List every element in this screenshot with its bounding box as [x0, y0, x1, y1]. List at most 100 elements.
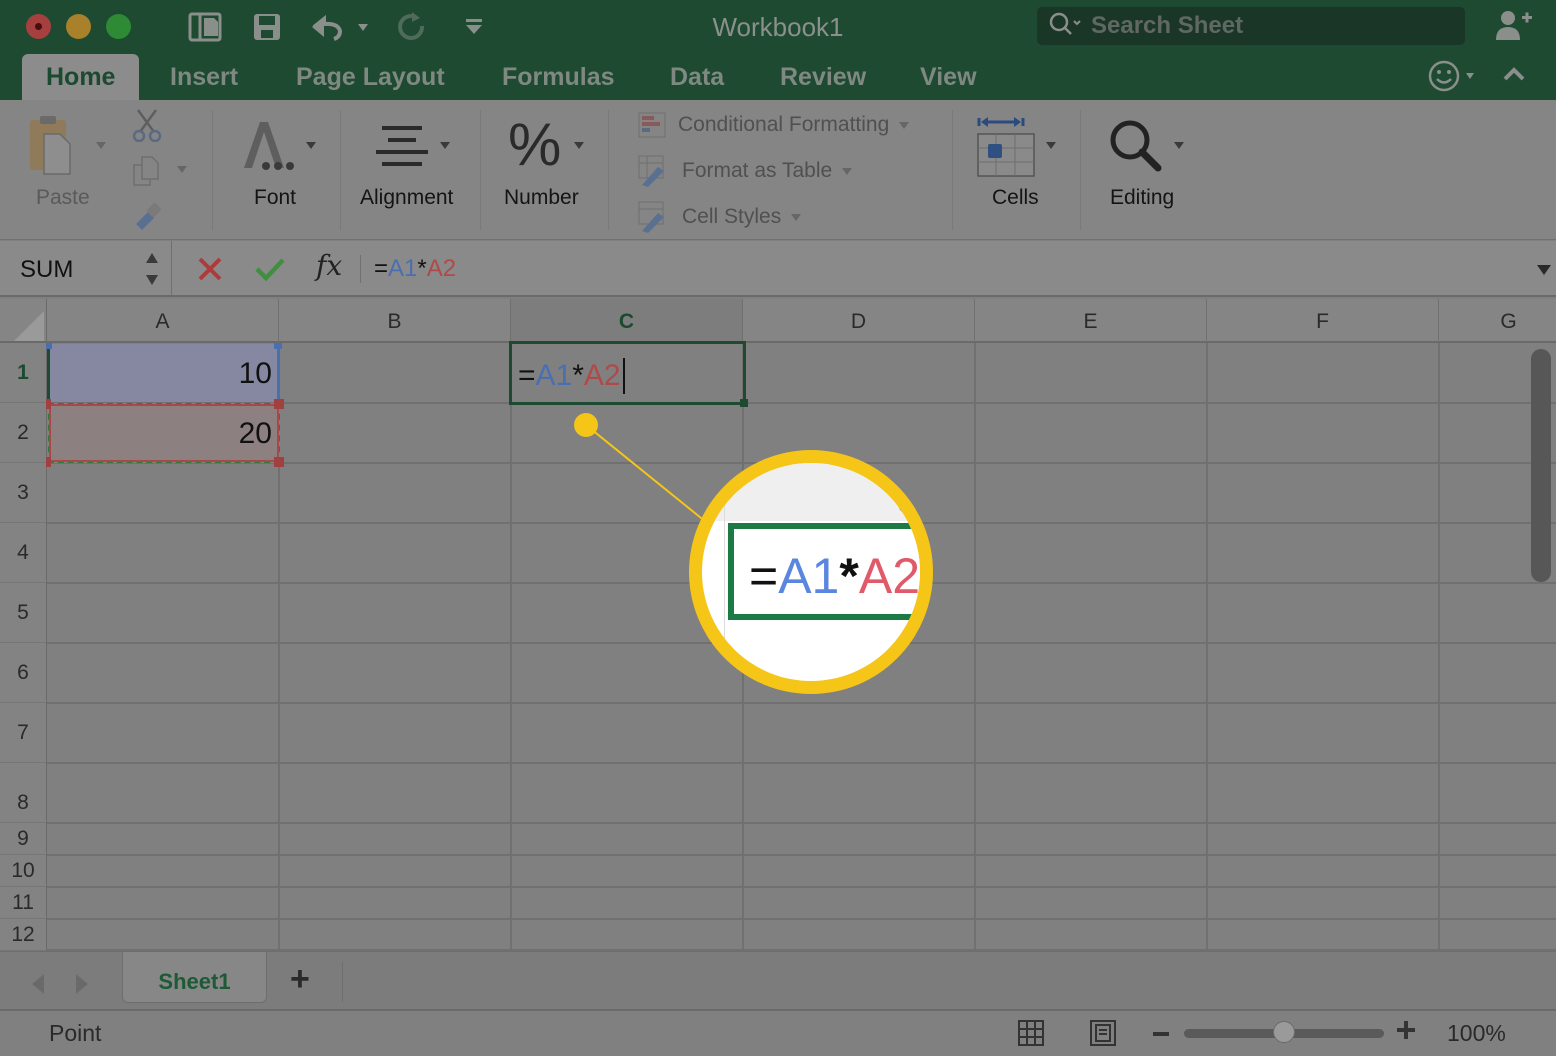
redo-icon[interactable] — [398, 10, 426, 44]
zoom-slider-thumb[interactable] — [1273, 1021, 1295, 1043]
cancel-entry-icon[interactable] — [196, 255, 224, 288]
column-header-g[interactable]: G — [1439, 299, 1556, 343]
format-painter-icon[interactable] — [132, 200, 164, 237]
previous-sheet-icon[interactable] — [28, 972, 48, 1001]
copy-dropdown-icon[interactable] — [177, 166, 187, 173]
maximize-window-button[interactable] — [106, 14, 131, 39]
row-header-5[interactable]: 5 — [0, 583, 47, 643]
tab-review[interactable]: Review — [780, 54, 866, 100]
cell-a2[interactable]: 20 — [50, 405, 272, 463]
search-placeholder: Search Sheet — [1091, 12, 1244, 39]
cell-a1[interactable]: 10 — [50, 345, 272, 403]
column-header-d[interactable]: D — [743, 299, 975, 343]
cut-icon[interactable] — [132, 108, 162, 147]
formula-ref-a2: A2 — [426, 255, 457, 282]
row-header-8[interactable]: 8 — [0, 763, 47, 823]
format-as-table-button[interactable]: Format as Table — [638, 154, 853, 188]
cells-icon — [976, 114, 1038, 183]
formula-input[interactable]: =A1*A2 — [374, 255, 456, 283]
next-sheet-icon[interactable] — [72, 972, 92, 1001]
number-group[interactable]: % Number — [482, 100, 606, 240]
tab-insert[interactable]: Insert — [170, 54, 238, 100]
callout-formula: =A1*A2 — [749, 543, 920, 605]
format-as-table-label: Format as Table — [682, 159, 833, 182]
copy-icon[interactable] — [132, 155, 162, 192]
editing-group[interactable]: Editing — [1082, 100, 1202, 240]
sidebar-toggle-icon[interactable] — [188, 10, 222, 44]
zoom-in-button[interactable] — [1397, 1021, 1415, 1044]
status-mode: Point — [49, 1020, 102, 1046]
zoom-out-button[interactable] — [1153, 1032, 1169, 1036]
cells-dropdown-icon — [1046, 142, 1056, 149]
add-sheet-button[interactable]: + — [290, 960, 310, 999]
row-header-4[interactable]: 4 — [0, 523, 47, 583]
page-layout-view-icon[interactable] — [1089, 1019, 1117, 1052]
alignment-group[interactable]: Alignment — [342, 100, 478, 240]
vertical-scrollbar[interactable] — [1531, 349, 1551, 582]
search-sheet-input[interactable]: Search Sheet — [1037, 7, 1465, 45]
font-icon — [240, 120, 300, 177]
magnifier-icon — [1108, 118, 1164, 179]
row-header-10[interactable]: 10 — [0, 855, 47, 887]
formula-bar: SUM fx =A1*A2 — [0, 241, 1556, 297]
cell-styles-icon — [638, 201, 664, 233]
row-header-9[interactable]: 9 — [0, 823, 47, 855]
tab-data[interactable]: Data — [670, 54, 724, 100]
collapse-ribbon-icon[interactable] — [1502, 64, 1526, 89]
conditional-formatting-label: Conditional Formatting — [678, 113, 890, 136]
alignment-dropdown-icon — [440, 142, 450, 149]
enter-entry-icon[interactable] — [254, 255, 286, 288]
ribbon-tabs: Home Insert Page Layout Formulas Data Re… — [0, 54, 1556, 100]
share-add-person-icon[interactable] — [1495, 10, 1533, 45]
title-bar: Workbook1 Search Sheet — [0, 0, 1556, 54]
row-header-7[interactable]: 7 — [0, 703, 47, 763]
expand-formula-bar-icon[interactable] — [1536, 263, 1552, 281]
column-header-f[interactable]: F — [1207, 299, 1439, 343]
feedback-smiley-icon[interactable] — [1428, 60, 1478, 99]
alignment-label: Alignment — [360, 186, 454, 209]
sheet-tab-sheet1[interactable]: Sheet1 — [122, 952, 267, 1003]
tab-page-layout[interactable]: Page Layout — [296, 54, 445, 100]
row-header-2[interactable]: 2 — [0, 403, 47, 463]
column-header-e[interactable]: E — [975, 299, 1207, 343]
tab-home[interactable]: Home — [22, 54, 140, 100]
cells-label: Cells — [992, 186, 1039, 209]
minimize-window-button[interactable] — [66, 14, 91, 39]
cell-c1-formula[interactable]: = A1 * A2 — [518, 347, 625, 405]
callout-anchor-dot — [574, 413, 598, 437]
font-label: Font — [254, 186, 297, 209]
column-header-a[interactable]: A — [47, 299, 279, 343]
name-box-value: SUM — [20, 256, 74, 283]
zoom-slider[interactable] — [1184, 1021, 1384, 1043]
formula-equals: = — [374, 255, 389, 282]
fill-handle[interactable] — [740, 399, 748, 407]
formula-ref-a1: A1 — [388, 255, 418, 282]
undo-icon[interactable] — [310, 10, 346, 44]
insert-function-icon[interactable]: fx — [316, 249, 342, 282]
name-box[interactable]: SUM — [0, 241, 172, 297]
conditional-formatting-button[interactable]: Conditional Formatting — [638, 108, 910, 142]
column-header-c[interactable]: C — [511, 299, 743, 343]
select-all-corner[interactable] — [0, 299, 47, 343]
row-header-11[interactable]: 11 — [0, 887, 47, 919]
undo-dropdown-icon[interactable] — [358, 10, 368, 44]
save-icon[interactable] — [252, 10, 282, 44]
close-window-button[interactable] — [26, 14, 51, 39]
cell-styles-button[interactable]: Cell Styles — [638, 200, 802, 234]
callout-magnifier: =A1*A2 — [689, 450, 933, 694]
normal-view-icon[interactable] — [1017, 1019, 1045, 1052]
column-header-b[interactable]: B — [279, 299, 511, 343]
zoom-percentage: 100% — [1447, 1020, 1506, 1046]
row-header-6[interactable]: 6 — [0, 643, 47, 703]
tab-formulas[interactable]: Formulas — [502, 54, 615, 100]
customize-toolbar-icon[interactable] — [464, 10, 484, 44]
row-header-3[interactable]: 3 — [0, 463, 47, 523]
tab-view[interactable]: View — [920, 54, 977, 100]
paste-button[interactable] — [26, 114, 86, 183]
percent-icon: % — [508, 111, 562, 178]
row-header-1[interactable]: 1 — [0, 343, 47, 403]
row-header-12[interactable]: 12 — [0, 919, 47, 951]
paste-dropdown-icon[interactable] — [96, 142, 106, 149]
cells-group[interactable]: Cells — [954, 100, 1080, 240]
font-group[interactable]: Font — [214, 100, 340, 240]
